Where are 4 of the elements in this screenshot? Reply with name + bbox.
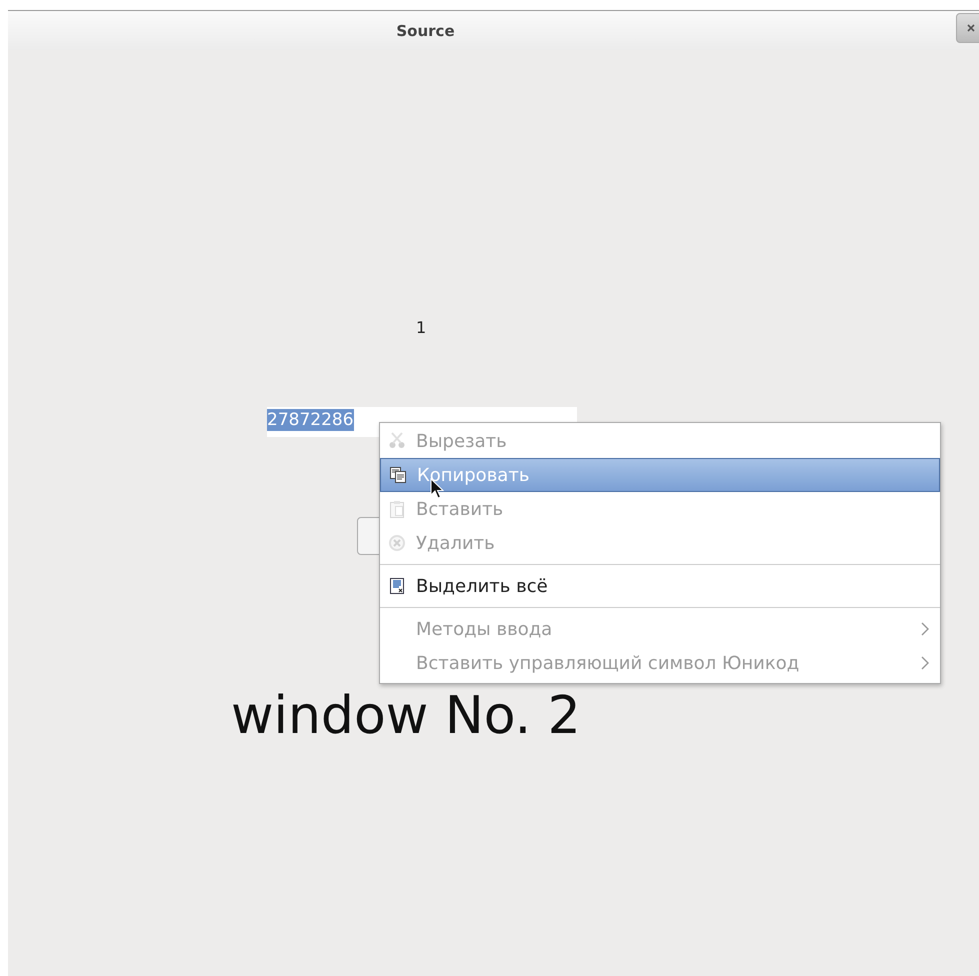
field-value: 27872286 bbox=[267, 409, 354, 431]
label-text: 1 bbox=[416, 318, 426, 337]
heading-text: window No. 2 bbox=[231, 686, 581, 746]
window-title: Source bbox=[396, 22, 455, 40]
